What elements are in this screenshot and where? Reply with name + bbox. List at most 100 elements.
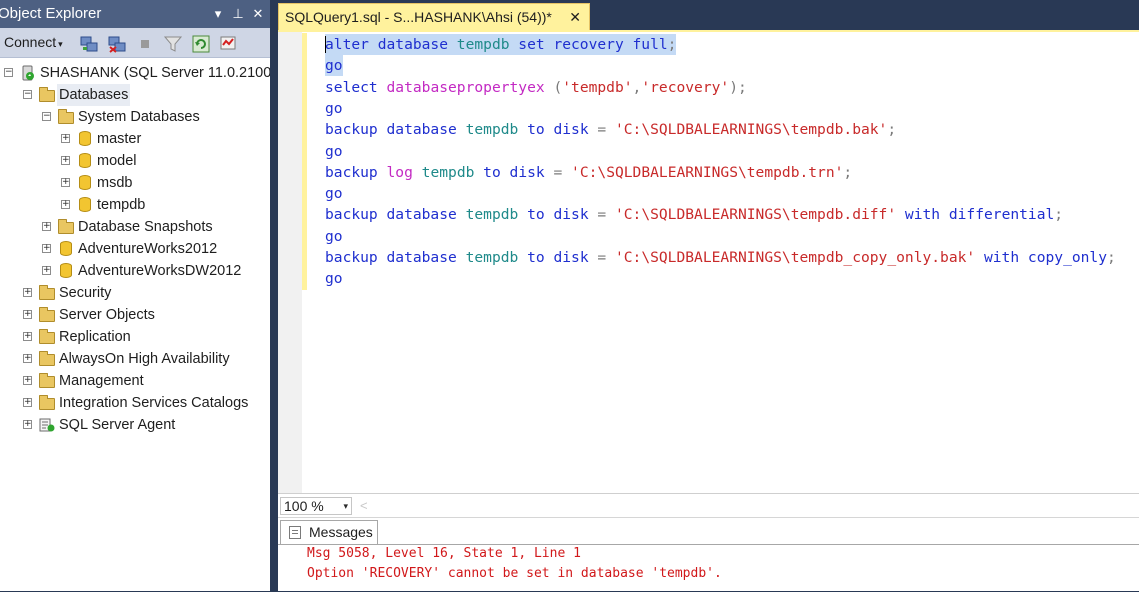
- code-line: go: [325, 226, 343, 247]
- disconnect-icon[interactable]: [108, 35, 126, 53]
- folder-icon: [39, 373, 55, 388]
- code-line: go: [325, 98, 343, 119]
- code-token: (: [544, 78, 563, 96]
- zoom-dropdown[interactable]: 100 % ▾: [280, 497, 352, 515]
- code-token: ;: [667, 36, 677, 53]
- expand-icon[interactable]: +: [61, 134, 70, 143]
- stop-icon[interactable]: [136, 35, 154, 53]
- tree-node[interactable]: + AlwaysOn High Availability: [0, 348, 270, 370]
- expand-icon[interactable]: +: [23, 376, 32, 385]
- expand-icon[interactable]: +: [23, 398, 32, 407]
- chevron-down-icon: ▾: [343, 501, 348, 511]
- code-line: backup log tempdb to disk = 'C:\SQLDBALE…: [325, 162, 852, 183]
- tree-node-label: Server Objects: [59, 307, 155, 323]
- code-token: 'C:\SQLDBALEARNINGS\tempdb.trn': [571, 163, 844, 181]
- code-token: 'C:\SQLDBALEARNINGS\tempdb.diff': [614, 206, 897, 224]
- tree-node-label: Integration Services Catalogs: [59, 395, 249, 411]
- collapse-icon[interactable]: −: [23, 90, 32, 99]
- expand-icon[interactable]: +: [61, 156, 70, 165]
- expand-icon[interactable]: +: [42, 244, 51, 253]
- tree-node[interactable]: + Replication: [0, 326, 270, 348]
- message-line: Msg 5058, Level 16, State 1, Line 1: [307, 546, 581, 561]
- code-token: go: [325, 99, 343, 117]
- auto-hide-pin-icon[interactable]: ⊥: [230, 0, 246, 28]
- code-token: backup: [325, 163, 387, 181]
- tree-node[interactable]: + Security: [0, 282, 270, 304]
- tab-messages[interactable]: Messages: [280, 520, 378, 544]
- code-token: to disk: [518, 121, 598, 139]
- tree-node[interactable]: + AdventureWorksDW2012: [0, 260, 270, 282]
- tree-node-label: model: [97, 153, 137, 169]
- close-tab-icon[interactable]: ✕: [569, 4, 581, 30]
- code-line: select databasepropertyex ('tempdb','rec…: [325, 77, 747, 98]
- code-token: alter database: [325, 36, 457, 53]
- filter-icon[interactable]: [164, 35, 182, 53]
- code-token: 'C:\SQLDBALEARNINGS\tempdb_copy_only.bak…: [614, 249, 976, 266]
- close-pane-icon[interactable]: ✕: [250, 0, 266, 28]
- results-pane: Messages Msg 5058, Level 16, State 1, Li…: [278, 517, 1139, 591]
- server-icon: [22, 65, 34, 81]
- tree-node[interactable]: − System Databases: [0, 106, 270, 128]
- pane-splitter[interactable]: [270, 0, 278, 591]
- expand-icon[interactable]: +: [23, 354, 32, 363]
- code-token: log: [386, 163, 413, 181]
- sql-agent-icon: [39, 418, 55, 432]
- tree-node[interactable]: + master: [0, 128, 270, 150]
- code-token: tempdb: [465, 206, 519, 224]
- code-token: to disk: [518, 206, 598, 224]
- tree-node[interactable]: + msdb: [0, 172, 270, 194]
- tab-messages-label: Messages: [309, 524, 373, 540]
- code-token: go: [325, 57, 343, 75]
- tree-node[interactable]: + AdventureWorks2012: [0, 238, 270, 260]
- connect-dropdown-button[interactable]: Connect ▾: [4, 34, 63, 50]
- code-line: backup database tempdb to disk = 'C:\SQL…: [325, 247, 1116, 268]
- tree-node[interactable]: + model: [0, 150, 270, 172]
- tree-node-label: master: [97, 131, 142, 147]
- folder-icon: [39, 329, 55, 344]
- tree-node-label: SHASHANK (SQL Server 11.0.2100: [40, 65, 270, 81]
- expand-icon[interactable]: +: [42, 266, 51, 275]
- expand-icon[interactable]: +: [23, 288, 32, 297]
- code-line: alter database tempdb set recovery full;: [325, 34, 677, 55]
- tree-node[interactable]: + Database Snapshots: [0, 216, 270, 238]
- code-line: backup database tempdb to disk = 'C:\SQL…: [325, 204, 1063, 225]
- tree-node[interactable]: + SQL Server Agent: [0, 414, 270, 436]
- collapse-icon[interactable]: −: [4, 68, 13, 77]
- connect-object-explorer-icon[interactable]: [80, 35, 98, 53]
- tree-node-label: AdventureWorks2012: [78, 241, 218, 257]
- activity-monitor-icon[interactable]: [220, 35, 238, 53]
- folder-icon: [39, 395, 55, 410]
- expand-icon[interactable]: +: [61, 178, 70, 187]
- code-token: =: [553, 163, 572, 181]
- tree-node[interactable]: + Integration Services Catalogs: [0, 392, 270, 414]
- database-icon: [79, 175, 91, 190]
- expand-icon[interactable]: +: [42, 222, 51, 231]
- code-token: );: [729, 78, 747, 96]
- code-token: with copy_only: [975, 249, 1107, 266]
- scroll-left-icon[interactable]: <: [360, 498, 368, 513]
- tree-node[interactable]: + Server Objects: [0, 304, 270, 326]
- tree-node[interactable]: − Databases: [0, 84, 270, 106]
- tree-node[interactable]: + tempdb: [0, 194, 270, 216]
- code-token: backup database: [325, 249, 466, 266]
- tree-node[interactable]: − SHASHANK (SQL Server 11.0.2100: [0, 62, 270, 84]
- object-explorer-title: Object Explorer: [0, 5, 102, 22]
- object-explorer-title-bar: Object Explorer ▾ ⊥ ✕: [0, 0, 270, 28]
- code-token: ;: [1107, 249, 1116, 266]
- expand-icon[interactable]: +: [23, 332, 32, 341]
- expand-icon[interactable]: +: [23, 420, 32, 429]
- folder-icon: [39, 351, 55, 366]
- expand-icon[interactable]: +: [61, 200, 70, 209]
- code-token: databasepropertyex: [386, 78, 545, 96]
- tab-label: SQLQuery1.sql - S...HASHANK\Ahsi (54))*: [285, 9, 552, 25]
- collapse-icon[interactable]: −: [42, 112, 51, 121]
- database-icon: [60, 263, 72, 278]
- tree-node-label: SQL Server Agent: [59, 417, 176, 433]
- refresh-icon[interactable]: [192, 35, 210, 53]
- code-token: go: [325, 270, 343, 288]
- window-position-dropdown-icon[interactable]: ▾: [210, 0, 226, 28]
- expand-icon[interactable]: +: [23, 310, 32, 319]
- tab-sqlquery1[interactable]: SQLQuery1.sql - S...HASHANK\Ahsi (54))* …: [278, 3, 590, 30]
- query-editor[interactable]: alter database tempdb set recovery full;…: [278, 30, 1139, 495]
- tree-node[interactable]: + Management: [0, 370, 270, 392]
